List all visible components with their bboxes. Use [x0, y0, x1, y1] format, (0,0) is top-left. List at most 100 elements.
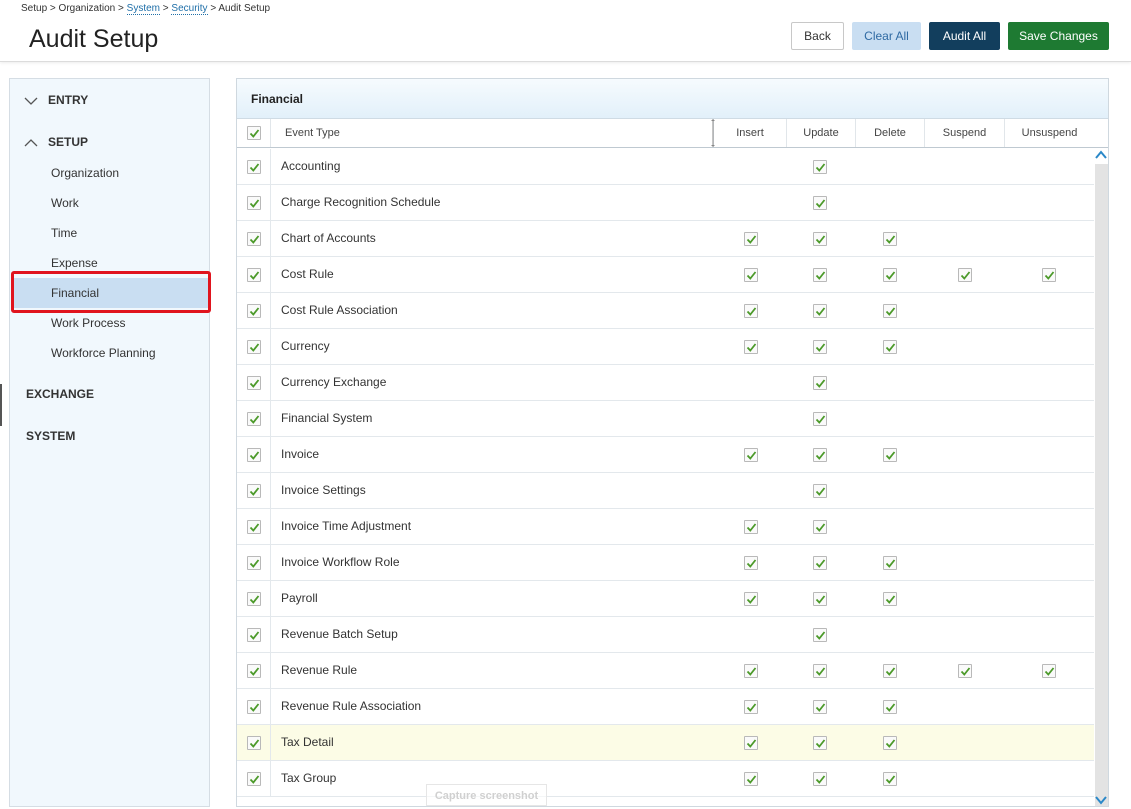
insert-checkbox[interactable]: [744, 592, 758, 606]
update-checkbox[interactable]: [813, 160, 827, 174]
update-checkbox[interactable]: [813, 268, 827, 282]
sidebar-section-entry[interactable]: ENTRY: [24, 93, 88, 107]
chevron-up-icon[interactable]: [1094, 148, 1108, 162]
table-row[interactable]: Revenue Rule Association: [237, 689, 1094, 725]
delete-checkbox[interactable]: [883, 268, 897, 282]
scrollbar-thumb[interactable]: [1095, 164, 1108, 806]
select-all-checkbox[interactable]: [247, 126, 261, 140]
scrollbar[interactable]: [1094, 148, 1108, 807]
insert-checkbox[interactable]: [744, 772, 758, 786]
insert-checkbox[interactable]: [744, 340, 758, 354]
update-checkbox[interactable]: [813, 232, 827, 246]
table-row[interactable]: Tax Detail: [237, 725, 1094, 761]
table-row[interactable]: Invoice Time Adjustment: [237, 509, 1094, 545]
row-select-checkbox[interactable]: [247, 376, 261, 390]
column-header-insert[interactable]: Insert: [714, 119, 787, 147]
sidebar-item-organization[interactable]: Organization: [13, 158, 209, 188]
table-row[interactable]: Financial System: [237, 401, 1094, 437]
row-select-checkbox[interactable]: [247, 520, 261, 534]
table-row[interactable]: Cost Rule: [237, 257, 1094, 293]
row-select-checkbox[interactable]: [247, 196, 261, 210]
insert-checkbox[interactable]: [744, 304, 758, 318]
update-checkbox[interactable]: [813, 664, 827, 678]
row-select-checkbox[interactable]: [247, 628, 261, 642]
table-row[interactable]: Charge Recognition Schedule: [237, 185, 1094, 221]
table-row[interactable]: Invoice Workflow Role: [237, 545, 1094, 581]
update-checkbox[interactable]: [813, 736, 827, 750]
update-checkbox[interactable]: [813, 448, 827, 462]
column-header-unsuspend[interactable]: Unsuspend: [1005, 119, 1094, 147]
delete-checkbox[interactable]: [883, 664, 897, 678]
delete-checkbox[interactable]: [883, 736, 897, 750]
delete-checkbox[interactable]: [883, 700, 897, 714]
insert-checkbox[interactable]: [744, 736, 758, 750]
update-checkbox[interactable]: [813, 772, 827, 786]
back-button[interactable]: Back: [791, 22, 844, 50]
table-row[interactable]: Accounting: [237, 149, 1094, 185]
update-checkbox[interactable]: [813, 700, 827, 714]
delete-checkbox[interactable]: [883, 448, 897, 462]
insert-checkbox[interactable]: [744, 520, 758, 534]
clear-all-button[interactable]: Clear All: [852, 22, 921, 50]
audit-all-button[interactable]: Audit All: [929, 22, 1000, 50]
column-header-suspend[interactable]: Suspend: [925, 119, 1005, 147]
update-checkbox[interactable]: [813, 412, 827, 426]
column-header-update[interactable]: Update: [787, 119, 856, 147]
table-row[interactable]: Tax Group: [237, 761, 1094, 797]
update-checkbox[interactable]: [813, 520, 827, 534]
row-select-checkbox[interactable]: [247, 736, 261, 750]
row-select-checkbox[interactable]: [247, 484, 261, 498]
row-select-checkbox[interactable]: [247, 412, 261, 426]
update-checkbox[interactable]: [813, 196, 827, 210]
table-row[interactable]: Chart of Accounts: [237, 221, 1094, 257]
row-select-checkbox[interactable]: [247, 772, 261, 786]
insert-checkbox[interactable]: [744, 232, 758, 246]
delete-checkbox[interactable]: [883, 304, 897, 318]
capture-screenshot-button[interactable]: Capture screenshot: [426, 784, 547, 806]
row-select-checkbox[interactable]: [247, 664, 261, 678]
sidebar-section-exchange[interactable]: EXCHANGE: [26, 387, 94, 401]
delete-checkbox[interactable]: [883, 232, 897, 246]
row-select-checkbox[interactable]: [247, 304, 261, 318]
update-checkbox[interactable]: [813, 484, 827, 498]
row-select-checkbox[interactable]: [247, 160, 261, 174]
suspend-checkbox[interactable]: [958, 268, 972, 282]
breadcrumb-security-link[interactable]: Security: [171, 3, 208, 15]
sidebar-item-work[interactable]: Work: [13, 188, 209, 218]
table-row[interactable]: Invoice Settings: [237, 473, 1094, 509]
row-select-checkbox[interactable]: [247, 556, 261, 570]
insert-checkbox[interactable]: [744, 556, 758, 570]
unsuspend-checkbox[interactable]: [1042, 664, 1056, 678]
chevron-down-icon[interactable]: [1094, 793, 1108, 807]
insert-checkbox[interactable]: [744, 700, 758, 714]
table-row[interactable]: Cost Rule Association: [237, 293, 1094, 329]
table-row[interactable]: Revenue Rule: [237, 653, 1094, 689]
sidebar-section-setup[interactable]: SETUP: [24, 135, 88, 149]
column-header-delete[interactable]: Delete: [856, 119, 925, 147]
save-changes-button[interactable]: Save Changes: [1008, 22, 1109, 50]
table-row[interactable]: Payroll: [237, 581, 1094, 617]
row-select-checkbox[interactable]: [247, 268, 261, 282]
sidebar-item-time[interactable]: Time: [13, 218, 209, 248]
delete-checkbox[interactable]: [883, 772, 897, 786]
update-checkbox[interactable]: [813, 556, 827, 570]
row-select-checkbox[interactable]: [247, 340, 261, 354]
row-select-checkbox[interactable]: [247, 592, 261, 606]
update-checkbox[interactable]: [813, 304, 827, 318]
insert-checkbox[interactable]: [744, 664, 758, 678]
table-row[interactable]: Currency: [237, 329, 1094, 365]
suspend-checkbox[interactable]: [958, 664, 972, 678]
update-checkbox[interactable]: [813, 592, 827, 606]
update-checkbox[interactable]: [813, 340, 827, 354]
sidebar-section-system[interactable]: SYSTEM: [26, 429, 75, 443]
sidebar-item-workforce-planning[interactable]: Workforce Planning: [13, 338, 209, 368]
insert-checkbox[interactable]: [744, 268, 758, 282]
row-select-checkbox[interactable]: [247, 700, 261, 714]
breadcrumb-system-link[interactable]: System: [126, 3, 160, 15]
update-checkbox[interactable]: [813, 376, 827, 390]
column-header-event-type[interactable]: Event Type: [271, 119, 715, 147]
insert-checkbox[interactable]: [744, 448, 758, 462]
table-row[interactable]: Invoice: [237, 437, 1094, 473]
table-row[interactable]: Revenue Batch Setup: [237, 617, 1094, 653]
update-checkbox[interactable]: [813, 628, 827, 642]
